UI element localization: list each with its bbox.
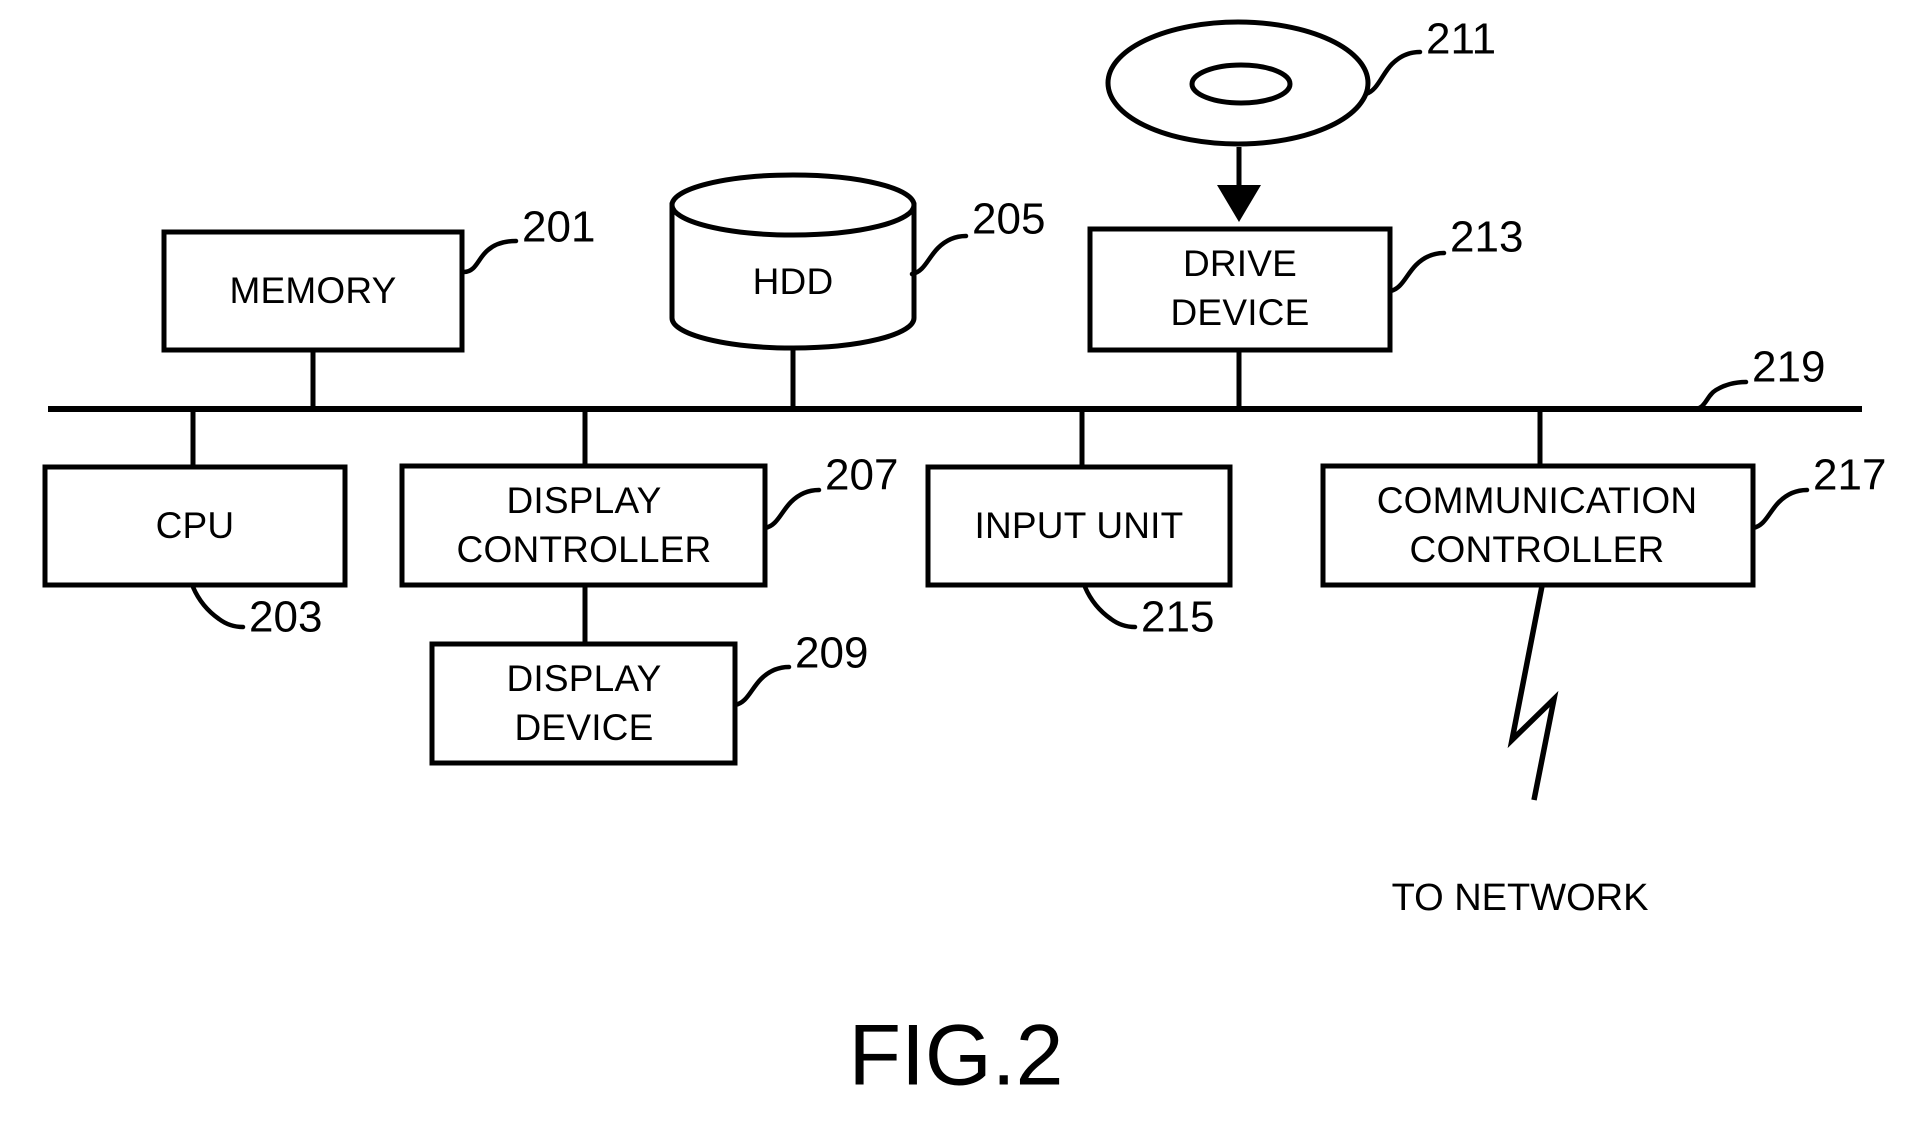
cpu-label: CPU [156, 505, 235, 546]
ref-number-211: 211 [1426, 15, 1496, 64]
communication-controller-label-line1: COMMUNICATION [1377, 480, 1698, 521]
ref-number-207: 207 [825, 451, 898, 500]
ref-number-201: 201 [522, 203, 595, 252]
memory-label: MEMORY [229, 270, 396, 311]
display-controller-label-line2: CONTROLLER [457, 529, 712, 570]
input-unit-ref-leader [1082, 584, 1138, 630]
bus-line-group: 219 [48, 343, 1862, 412]
display-controller-block-group: DISPLAY CONTROLLER 207 [399, 409, 898, 588]
ref-number-217: 217 [1813, 451, 1886, 500]
drive-device-ref-leader [1387, 250, 1447, 294]
display-device-ref-leader [732, 664, 792, 708]
ref-number-213: 213 [1450, 213, 1523, 262]
display-device-label-line2: DEVICE [515, 707, 654, 748]
network-lightning-bolt-icon [1507, 585, 1559, 801]
ref-number-215: 215 [1141, 593, 1214, 642]
cpu-ref-leader [190, 584, 246, 630]
insert-arrow-icon [1217, 147, 1261, 222]
network-connection-group: TO NETWORK [1392, 585, 1649, 919]
memory-block-group: MEMORY 201 [161, 203, 595, 409]
ref-number-219: 219 [1752, 343, 1825, 392]
figure-caption: FIG.2 [848, 1008, 1063, 1104]
storage-medium-disc-hole [1189, 62, 1293, 106]
hdd-cylinder-top [669, 172, 917, 238]
hdd-label: HDD [753, 261, 834, 302]
communication-controller-label-line2: CONTROLLER [1410, 529, 1665, 570]
display-controller-ref-leader [762, 487, 822, 531]
figure-canvas: 219 MEMORY 201 CPU 203 HDD 205 211 DRIVE… [42, 15, 1886, 1104]
patent-figure-2: 219 MEMORY 201 CPU 203 HDD 205 211 DRIVE… [0, 0, 1907, 1147]
communication-controller-ref-leader [1750, 487, 1810, 531]
storage-medium-group: 211 [1105, 15, 1496, 222]
insert-arrow-head [1217, 185, 1261, 222]
display-device-label-line1: DISPLAY [507, 658, 662, 699]
display-device-block-group: DISPLAY DEVICE 209 [429, 585, 868, 766]
bus-ref-leader [1691, 379, 1749, 412]
ref-number-209: 209 [795, 629, 868, 678]
input-unit-block-group: INPUT UNIT 215 [925, 409, 1233, 642]
drive-device-block-group: DRIVE DEVICE 213 [1087, 213, 1523, 409]
display-controller-label-line1: DISPLAY [507, 480, 662, 521]
drive-device-label-line2: DEVICE [1171, 292, 1310, 333]
memory-ref-leader [461, 238, 519, 275]
drive-device-label-line1: DRIVE [1183, 243, 1297, 284]
ref-number-203: 203 [249, 593, 322, 642]
input-unit-label: INPUT UNIT [975, 505, 1184, 546]
to-network-label: TO NETWORK [1392, 877, 1649, 919]
cpu-block-group: CPU 203 [42, 409, 348, 642]
communication-controller-block-group: COMMUNICATION CONTROLLER 217 [1320, 409, 1886, 588]
hdd-ref-leader [909, 233, 969, 277]
ref-number-205: 205 [972, 195, 1045, 244]
storage-medium-ref-leader [1363, 49, 1423, 97]
hdd-block-group: HDD 205 [669, 172, 1045, 409]
